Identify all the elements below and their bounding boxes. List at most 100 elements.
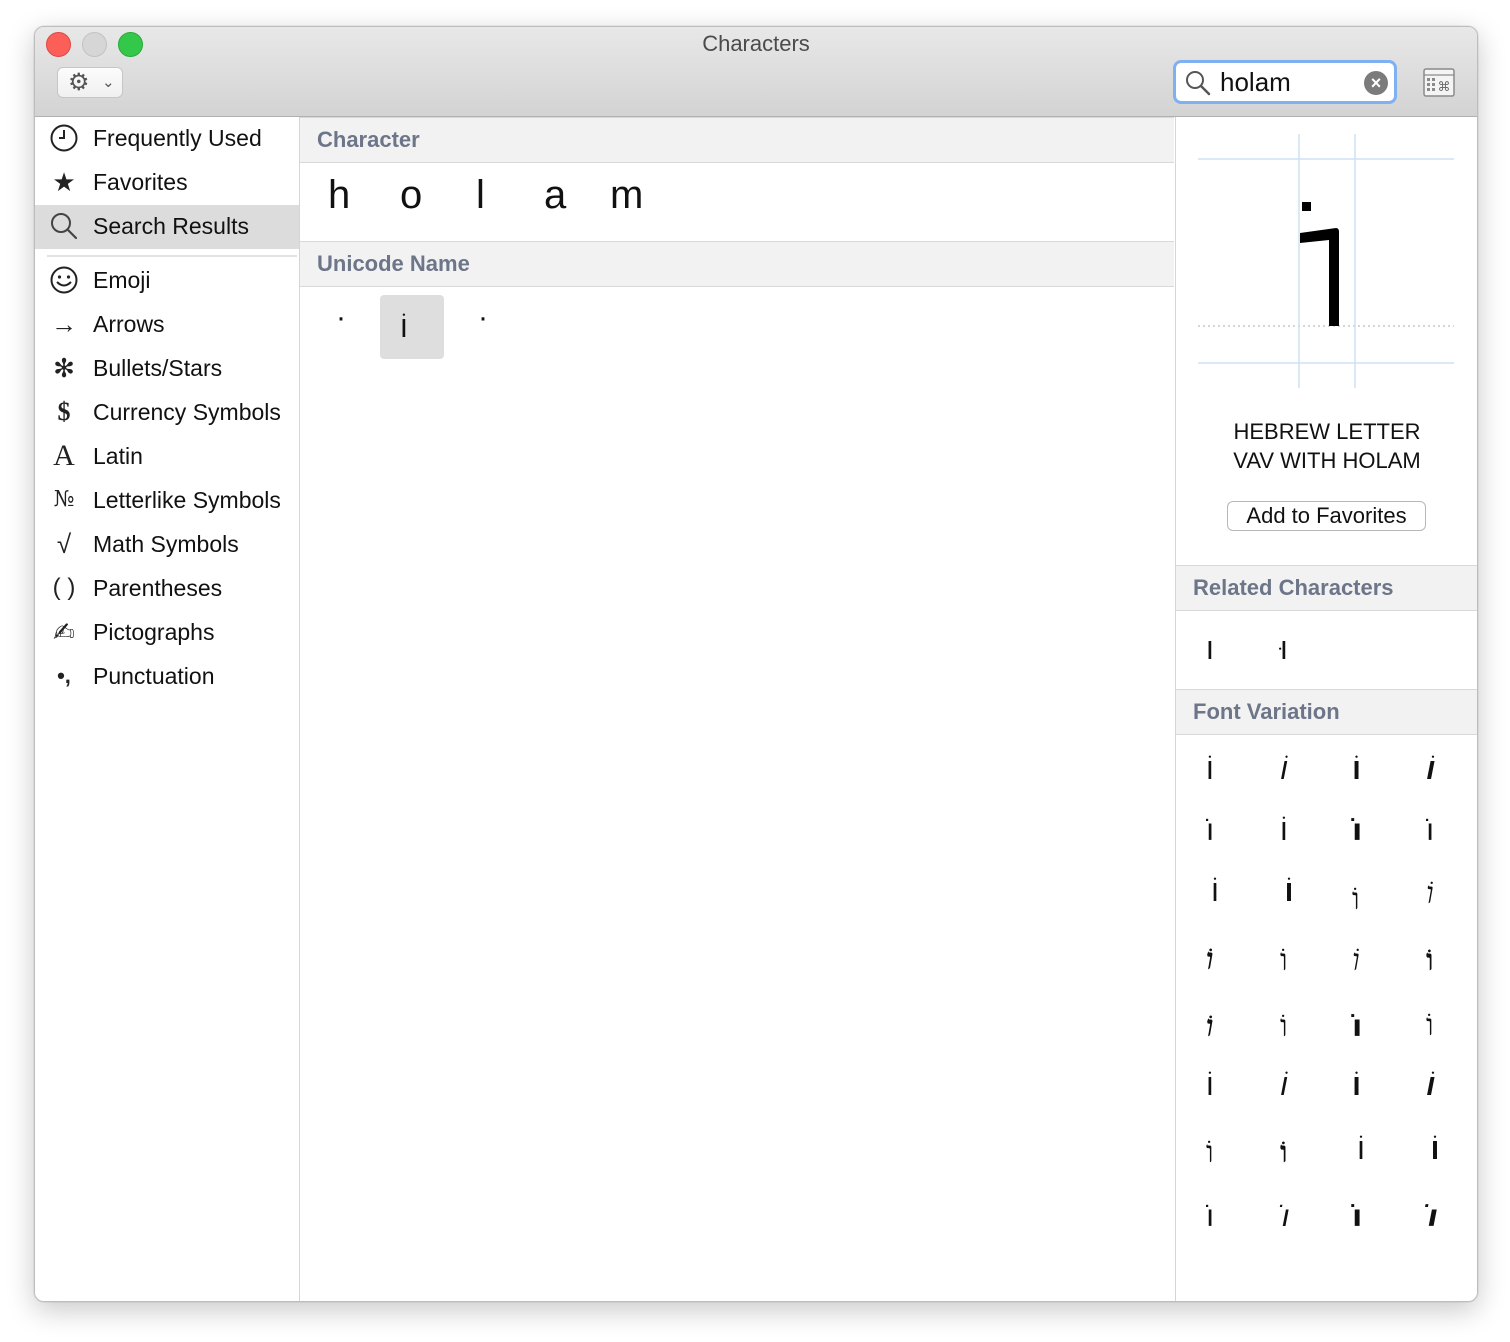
related-character[interactable]: ו (1206, 633, 1214, 667)
font-variation-header: Font Variation (1176, 689, 1477, 735)
font-variation-character[interactable]: וֹ (1426, 753, 1435, 787)
category-sidebar: Frequently Used ★ Favorites Search Resul… (35, 117, 300, 1301)
sidebar-item-math-symbols[interactable]: √ Math Symbols (35, 523, 299, 567)
window-title: Characters (702, 31, 810, 56)
font-variation-character[interactable]: וֹ (1206, 813, 1214, 848)
font-variation-character[interactable]: וֹ (1352, 1069, 1361, 1103)
section-title: Font Variation (1193, 699, 1340, 724)
dollar-icon: $ (57, 397, 71, 426)
magnifier-icon (47, 209, 81, 243)
sidebar-item-label: Math Symbols (93, 531, 239, 557)
section-title: Character (317, 127, 420, 152)
result-character[interactable]: · (478, 301, 488, 335)
font-variation-character[interactable]: וֹ (1352, 943, 1360, 978)
font-variation-character[interactable]: וֹ (1352, 883, 1360, 917)
numero-icon: № (53, 487, 75, 512)
character-palette-toggle-icon[interactable]: ⌘ (1423, 68, 1455, 98)
search-icon (1186, 71, 1211, 96)
svg-text:⌘: ⌘ (1438, 80, 1451, 95)
font-variation-character[interactable]: וֹ (1280, 877, 1298, 911)
asterisk-icon: ✻ (53, 353, 75, 383)
font-variation-character[interactable]: וֹ (1280, 1199, 1288, 1234)
sidebar-item-search-results[interactable]: Search Results (35, 205, 299, 249)
sidebar-item-currency-symbols[interactable]: $ Currency Symbols (35, 391, 299, 435)
result-character[interactable]: · (336, 301, 346, 335)
font-variation-character[interactable]: וֹ (1206, 877, 1224, 911)
gear-icon: ⚙ (68, 69, 90, 96)
font-variation-character[interactable]: וֹ (1280, 1009, 1288, 1044)
writing-hand-icon: ✍ (53, 617, 75, 647)
font-variation-character[interactable]: וֹ (1426, 1199, 1436, 1234)
search-input[interactable] (1220, 67, 1356, 97)
font-variation-character[interactable]: וֹ (1352, 1135, 1370, 1169)
unicode-name-section-header: Unicode Name (300, 241, 1174, 287)
sidebar-item-favorites[interactable]: ★ Favorites (35, 161, 299, 205)
chevron-down-icon: ⌄ (102, 74, 115, 91)
sidebar-item-frequently-used[interactable]: Frequently Used (35, 117, 299, 161)
character-name-line: HEBREW LETTER (1233, 419, 1421, 444)
result-character-selected[interactable]: וֹ (400, 311, 408, 345)
selected-result-highlight (380, 295, 444, 359)
sidebar-item-label: Favorites (93, 169, 188, 195)
font-variation-character[interactable]: וֹ (1426, 1135, 1444, 1169)
font-variation-character[interactable]: וֹ (1206, 753, 1214, 787)
result-letter[interactable]: o (400, 173, 422, 218)
font-variation-character[interactable]: וֹ (1352, 753, 1361, 787)
character-section-header: Character (300, 117, 1174, 163)
sidebar-item-label: Emoji (93, 267, 151, 293)
arrow-icon: → (51, 309, 77, 339)
sidebar-item-label: Arrows (93, 311, 165, 337)
sidebar-item-label: Frequently Used (93, 125, 262, 151)
sidebar-item-letterlike-symbols[interactable]: № Letterlike Symbols (35, 479, 299, 523)
font-variation-character[interactable]: וֹ (1206, 943, 1214, 977)
font-variation-character[interactable]: וֹ (1280, 753, 1288, 787)
action-menu-button[interactable]: ⚙ ⌄ (57, 67, 123, 98)
font-variation-character[interactable]: וֹ (1352, 813, 1362, 848)
font-variation-character[interactable]: וֹ (1280, 813, 1288, 848)
font-variation-character[interactable]: וֹ (1426, 813, 1434, 848)
font-variation-character[interactable]: וֹ (1280, 943, 1288, 978)
smiley-icon (47, 263, 81, 297)
result-letter[interactable]: h (328, 173, 350, 218)
font-variation-character[interactable]: וֹ (1426, 943, 1434, 978)
related-character[interactable]: וּ (1280, 633, 1288, 667)
add-to-favorites-button[interactable]: Add to Favorites (1227, 501, 1426, 531)
search-field[interactable]: × (1173, 60, 1397, 104)
font-variation-character[interactable]: וֹ (1426, 877, 1434, 911)
sidebar-item-label: Bullets/Stars (93, 355, 223, 381)
titlebar: Characters ⚙ ⌄ × ⌘ (35, 27, 1477, 117)
star-icon: ★ (52, 167, 76, 197)
font-variation-character[interactable]: וֹ (1426, 1009, 1434, 1043)
sidebar-item-latin[interactable]: A Latin (35, 435, 299, 479)
font-variation-character[interactable]: וֹ (1206, 1009, 1214, 1044)
sidebar-item-emoji[interactable]: Emoji (35, 259, 299, 303)
punctuation-icon: •, (57, 663, 71, 688)
clock-icon (47, 121, 81, 155)
font-variation-character[interactable]: וֹ (1206, 1199, 1214, 1234)
font-variation-character[interactable]: וֹ (1426, 1069, 1435, 1103)
sidebar-item-bullets-stars[interactable]: ✻ Bullets/Stars (35, 347, 299, 391)
result-letter[interactable]: l (476, 173, 485, 218)
search-results-panel: Character h o l a m Unicode Name · וֹ · (300, 117, 1174, 1301)
related-characters-header: Related Characters (1176, 565, 1477, 611)
font-variation-character[interactable]: וֹ (1280, 1135, 1288, 1170)
sidebar-divider (47, 255, 297, 257)
font-variation-character[interactable]: וֹ (1206, 1135, 1214, 1170)
sidebar-item-parentheses[interactable]: ( ) Parentheses (35, 567, 299, 611)
sidebar-item-arrows[interactable]: → Arrows (35, 303, 299, 347)
sidebar-item-label: Letterlike Symbols (93, 487, 281, 513)
result-letter[interactable]: a (544, 173, 566, 218)
sidebar-item-pictographs[interactable]: ✍ Pictographs (35, 611, 299, 655)
font-variation-character[interactable]: וֹ (1352, 1009, 1362, 1044)
result-letter[interactable]: m (610, 173, 643, 218)
clear-search-icon[interactable]: × (1364, 71, 1388, 95)
latin-a-icon: A (53, 439, 75, 472)
font-variation-character[interactable]: וֹ (1206, 1069, 1214, 1103)
sidebar-item-label: Search Results (93, 213, 249, 239)
character-name: HEBREW LETTER VAV WITH HOLAM (1176, 417, 1477, 475)
font-variation-character[interactable]: וֹ (1352, 1199, 1362, 1234)
sidebar-item-punctuation[interactable]: •, Punctuation (35, 655, 299, 699)
font-variation-character[interactable]: וֹ (1280, 1069, 1288, 1103)
character-name-line: VAV WITH HOLAM (1233, 448, 1421, 473)
sidebar-item-label: Pictographs (93, 619, 215, 645)
